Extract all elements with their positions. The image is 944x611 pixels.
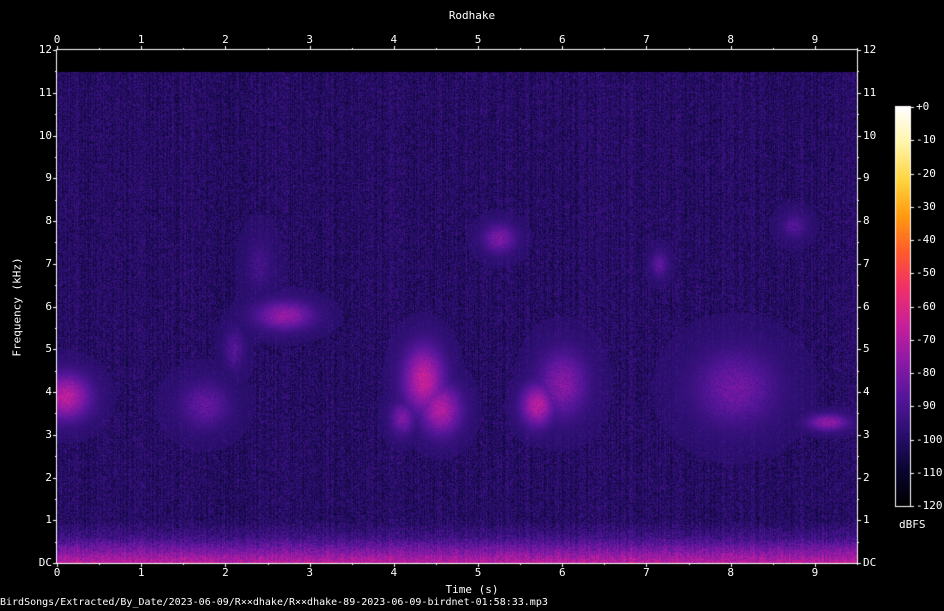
y-tick-label-right: 1 [863,513,870,527]
x-axis-label: Time (s) [445,583,499,596]
chart-title: Rodhake [448,9,496,22]
x-tick-label-bottom: 1 [137,566,145,579]
x-tick-label-top: 4 [390,33,398,46]
colorbar-tick-label: -50 [916,266,936,280]
x-tick-label-top: 2 [222,33,229,46]
x-tick-label-top: 1 [137,33,145,46]
x-tick-label-top: 6 [558,33,566,46]
x-tick-label-bottom: 9 [811,566,819,579]
colorbar-tick-label: -10 [916,133,936,147]
x-tick-label-bottom: 3 [306,566,313,579]
x-tick-label-top: 0 [53,33,61,46]
y-tick-label-right: 10 [863,128,877,142]
y-tick-label-right: 3 [863,427,870,441]
colorbar-tick-label: -90 [916,399,936,413]
x-tick-label-bottom: 2 [222,566,229,579]
x-tick-label-bottom: 7 [643,566,650,579]
x-tick-label-top: 7 [643,33,650,46]
colorbar-unit-label: dBFS [899,518,926,531]
y-tick-label-left: 6 [45,299,52,313]
y-tick-label-right: 6 [863,299,870,313]
colorbar-tick-label: -30 [916,199,936,213]
colorbar-tick-label: -80 [916,366,936,379]
spectrogram-canvas [0,0,944,611]
y-tick-label-left: 4 [45,385,52,398]
y-tick-label-right: DC [863,556,877,569]
y-tick-label-left: 12 [38,43,52,56]
y-tick-label-left: 7 [45,256,52,270]
file-path-label: BirdSongs/Extracted/By_Date/2023-06-09/R… [0,597,548,608]
y-tick-label-right: 5 [863,342,870,356]
colorbar-tick-label: -20 [916,166,936,180]
x-tick-label-bottom: 8 [727,566,734,579]
y-tick-label-left: 1 [45,513,52,527]
y-tick-label-left: 2 [45,470,52,484]
x-tick-label-bottom: 4 [390,566,398,579]
y-axis-label: Frequency (kHz) [10,257,24,357]
x-tick-label-bottom: 0 [53,566,61,579]
colorbar-tick-label: -60 [916,299,936,313]
colorbar-tick-label: -40 [916,233,936,246]
x-tick-label-top: 3 [306,33,313,46]
y-tick-label-left: 3 [45,427,52,441]
y-tick-label-left: 9 [45,171,52,185]
colorbar-tick-label: -120 [916,499,943,512]
y-tick-label-right: 9 [863,171,870,185]
y-tick-label-left: 8 [45,214,52,227]
x-tick-label-top: 9 [811,33,819,46]
y-tick-label-right: 2 [863,470,870,484]
y-tick-label-left: 5 [45,342,52,356]
y-tick-label-left: 11 [38,85,52,99]
colorbar-tick-label: -110 [916,465,943,479]
colorbar-tick-label: -70 [916,332,936,346]
colorbar-tick-label: -100 [916,432,943,446]
y-tick-label-left: 10 [38,128,52,142]
x-tick-label-top: 5 [474,33,482,46]
x-tick-label-bottom: 6 [558,566,566,579]
y-tick-label-left: DC [38,556,52,569]
y-tick-label-right: 12 [863,43,877,56]
x-tick-label-bottom: 5 [474,566,482,579]
y-tick-label-right: 7 [863,256,870,270]
y-tick-label-right: 4 [863,385,870,398]
x-tick-label-top: 8 [727,33,734,46]
y-tick-label-right: 8 [863,214,870,227]
colorbar-tick-label: +0 [916,100,930,113]
y-tick-label-right: 11 [863,85,877,99]
